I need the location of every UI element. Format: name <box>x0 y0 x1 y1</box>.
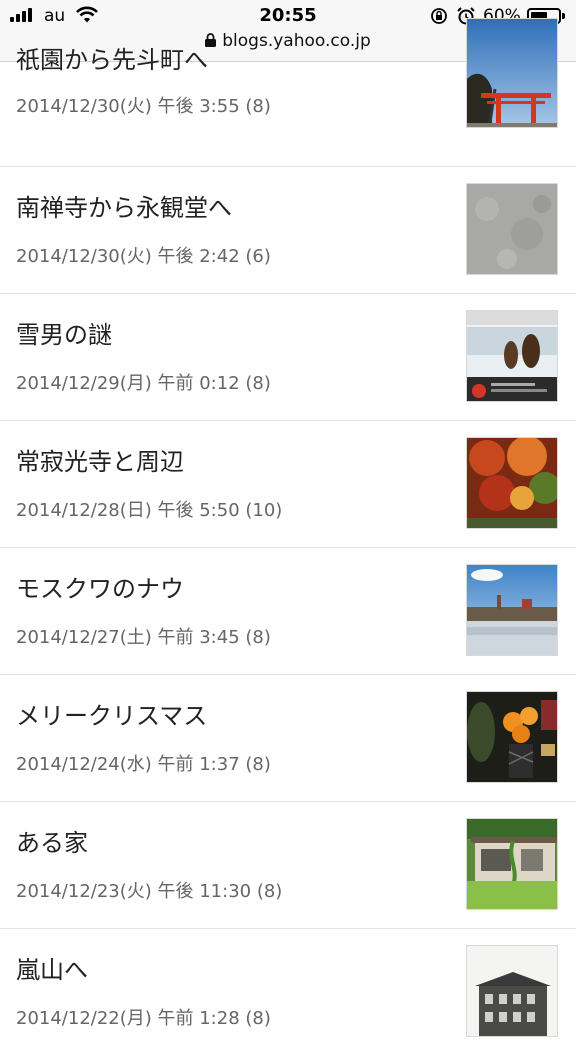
post-title[interactable]: ある家 <box>16 823 88 858</box>
post-meta: 2014/12/23(火) 午後 11:30 (8) <box>16 881 283 902</box>
post-title[interactable]: モスクワのナウ <box>16 569 184 604</box>
post-title[interactable]: 嵐山へ <box>16 950 88 985</box>
old-building-photo[interactable] <box>466 945 558 1037</box>
post-title[interactable]: 雪男の謎 <box>16 315 112 350</box>
list-item[interactable]: 常寂光寺と周辺 2014/12/28(日) 午後 5:50 (10) <box>0 421 576 548</box>
post-meta: 2014/12/24(水) 午前 1:37 (8) <box>16 754 271 775</box>
autumn-leaves-photo[interactable] <box>466 437 558 529</box>
list-item[interactable]: 雪男の謎 2014/12/29(月) 午前 0:12 (8) <box>0 294 576 421</box>
list-item[interactable]: モスクワのナウ 2014/12/27(土) 午前 3:45 (8) <box>0 548 576 675</box>
post-title[interactable]: 常寂光寺と周辺 <box>16 442 184 477</box>
post-title[interactable]: 祇園から先斗町へ <box>16 40 208 75</box>
moscow-river-photo[interactable] <box>466 564 558 656</box>
list-item[interactable]: 祇園から先斗町へ 2014/12/30(火) 午後 3:55 (8) <box>0 18 576 167</box>
list-item[interactable]: 南禅寺から永観堂へ 2014/12/30(火) 午後 2:42 (6) <box>0 167 576 294</box>
torii-gate-photo[interactable] <box>466 18 558 128</box>
list-item[interactable]: ある家 2014/12/23(火) 午後 11:30 (8) <box>0 802 576 929</box>
rotation-lock-icon <box>430 7 448 29</box>
yeti-screenshot-photo[interactable] <box>466 310 558 402</box>
post-meta: 2014/12/22(月) 午前 1:28 (8) <box>16 1008 271 1029</box>
list-item[interactable]: 嵐山へ 2014/12/22(月) 午前 1:28 (8) <box>0 929 576 1056</box>
house-garden-photo[interactable] <box>466 818 558 910</box>
post-meta: 2014/12/27(土) 午前 3:45 (8) <box>16 627 271 648</box>
post-title[interactable]: メリークリスマス <box>16 696 207 731</box>
post-meta: 2014/12/29(月) 午前 0:12 (8) <box>16 373 271 394</box>
post-meta: 2014/12/28(日) 午後 5:50 (10) <box>16 500 283 521</box>
post-meta: 2014/12/30(火) 午後 3:55 (8) <box>16 96 271 117</box>
flowers-vase-photo[interactable] <box>466 691 558 783</box>
stone-texture-photo[interactable] <box>466 183 558 275</box>
post-title[interactable]: 南禅寺から永観堂へ <box>16 188 232 223</box>
list-item[interactable]: メリークリスマス 2014/12/24(水) 午前 1:37 (8) <box>0 675 576 802</box>
post-meta: 2014/12/30(火) 午後 2:42 (6) <box>16 246 271 267</box>
